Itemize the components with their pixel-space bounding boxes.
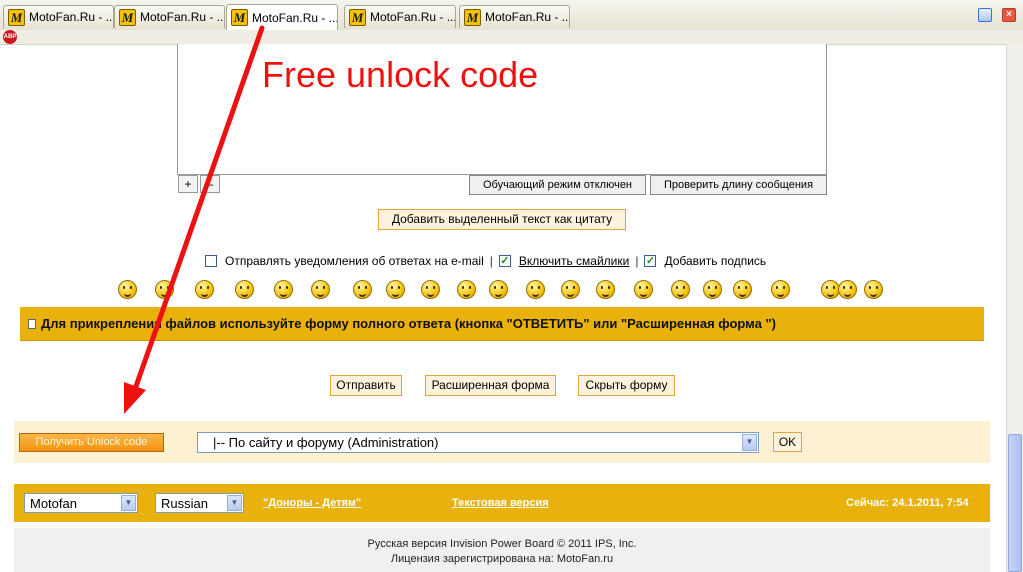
file-icon (28, 318, 36, 329)
tab-title: MotoFan.Ru - ... (370, 10, 456, 24)
scrollbar-thumb[interactable] (1008, 434, 1022, 572)
add-signature-label: Добавить подпись (664, 254, 767, 268)
forum-jump-select[interactable]: |-- По сайту и форуму (Administration) ▼ (197, 432, 759, 453)
separator: | (635, 254, 639, 268)
smiley-icon[interactable] (235, 280, 254, 299)
browser-tab[interactable]: M MotoFan.Ru - ... (3, 5, 114, 28)
copyright-block: Русская версия Invision Power Board © 20… (14, 528, 990, 572)
chevron-down-icon[interactable]: ▼ (121, 495, 136, 511)
expand-textarea-button[interactable]: + (178, 175, 198, 193)
smiley-icon[interactable] (489, 280, 508, 299)
shrink-textarea-button[interactable]: – (200, 175, 220, 193)
email-notify-checkbox[interactable] (205, 255, 217, 267)
motofan-logo-icon: M (119, 8, 136, 26)
browser-tab[interactable]: M MotoFan.Ru - ... (344, 5, 456, 28)
browser-tab[interactable]: M MotoFan.Ru - ... (459, 5, 570, 28)
motofan-logo-icon: M (464, 8, 481, 26)
donors-link[interactable]: "Доноры - Детям" (263, 497, 361, 509)
separator: | (489, 254, 493, 268)
smiley-icon[interactable] (155, 280, 174, 299)
motofan-logo-icon: M (349, 8, 366, 26)
learning-mode-button[interactable]: Обучающий режим отключен (469, 175, 646, 195)
new-tab-icon[interactable] (978, 8, 992, 22)
attachment-notice-bar: Для прикрепления файлов используйте форм… (20, 307, 984, 341)
addon-bar: ABP (0, 30, 1023, 45)
add-signature-checkbox[interactable]: ✓ (644, 255, 657, 267)
enable-smilies-label[interactable]: Включить смайлики (519, 254, 629, 268)
smiley-icon[interactable] (733, 280, 752, 299)
post-options-row: Отправлять уведомления об ответах на e-m… (205, 252, 766, 270)
annotation-text: Free unlock code (262, 54, 539, 95)
browser-tab-active[interactable]: M MotoFan.Ru - ... (226, 4, 338, 30)
smiley-icon[interactable] (386, 280, 405, 299)
copyright-line: Русская версия Invision Power Board © 20… (367, 538, 637, 550)
check-length-button[interactable]: Проверить длину сообщения (650, 175, 827, 195)
current-time: Сейчас: 24.1.2011, 7:54 (846, 497, 969, 509)
smiley-icon[interactable] (195, 280, 214, 299)
email-notify-label: Отправлять уведомления об ответах на e-m… (225, 254, 484, 268)
smiley-icon[interactable] (311, 280, 330, 299)
smiley-icon[interactable] (838, 280, 857, 299)
skin-value: Motofan (30, 496, 77, 511)
chevron-down-icon[interactable]: ▼ (742, 434, 757, 451)
enable-smilies-checkbox[interactable]: ✓ (498, 255, 511, 267)
forum-jump-value: |-- По сайту и форуму (Administration) (213, 435, 439, 450)
smiley-icon[interactable] (526, 280, 545, 299)
attachment-notice-text: Для прикрепления файлов используйте форм… (41, 316, 776, 331)
close-tab-icon[interactable]: × (1002, 8, 1016, 22)
send-button[interactable]: Отправить (330, 375, 402, 396)
smiley-icon[interactable] (703, 280, 722, 299)
language-select[interactable]: Russian ▼ (155, 493, 244, 513)
hide-form-button[interactable]: Скрыть форму (578, 375, 675, 396)
smiley-icon[interactable] (421, 280, 440, 299)
text-version-link[interactable]: Текстовая версия (452, 497, 549, 509)
smiley-icon[interactable] (634, 280, 653, 299)
adblock-icon[interactable]: ABP (3, 30, 17, 44)
chevron-down-icon[interactable]: ▼ (227, 495, 242, 511)
get-unlock-code-button[interactable]: Получить Unlock code (19, 433, 164, 452)
browser-tab[interactable]: M MotoFan.Ru - ... (114, 5, 225, 28)
license-line: Лицензия зарегистрирована на: MotoFan.ru (390, 553, 614, 565)
smiley-icon[interactable] (353, 280, 372, 299)
motofan-logo-icon: M (231, 9, 248, 26)
vertical-scrollbar[interactable] (1006, 44, 1023, 572)
tab-title: MotoFan.Ru - ... (140, 10, 225, 24)
smiley-icon[interactable] (561, 280, 580, 299)
smiley-icon[interactable] (671, 280, 690, 299)
tab-title: MotoFan.Ru - ... (252, 10, 338, 25)
browser-tab-bar: M MotoFan.Ru - ... M MotoFan.Ru - ... M … (0, 0, 1023, 31)
ok-button[interactable]: OK (773, 432, 802, 452)
tab-title: MotoFan.Ru - ... (485, 10, 570, 24)
smiley-icon[interactable] (771, 280, 790, 299)
smiley-icon[interactable] (457, 280, 476, 299)
add-quote-button[interactable]: Добавить выделенный текст как цитату (378, 209, 626, 230)
smiley-icon[interactable] (118, 280, 137, 299)
skin-select[interactable]: Motofan ▼ (24, 493, 138, 513)
language-value: Russian (161, 496, 208, 511)
smiley-icon[interactable] (864, 280, 883, 299)
advanced-form-button[interactable]: Расширенная форма (425, 375, 556, 396)
smiley-icon[interactable] (274, 280, 293, 299)
motofan-logo-icon: M (8, 8, 25, 26)
smiley-icon[interactable] (596, 280, 615, 299)
tab-title: MotoFan.Ru - ... (29, 10, 114, 24)
